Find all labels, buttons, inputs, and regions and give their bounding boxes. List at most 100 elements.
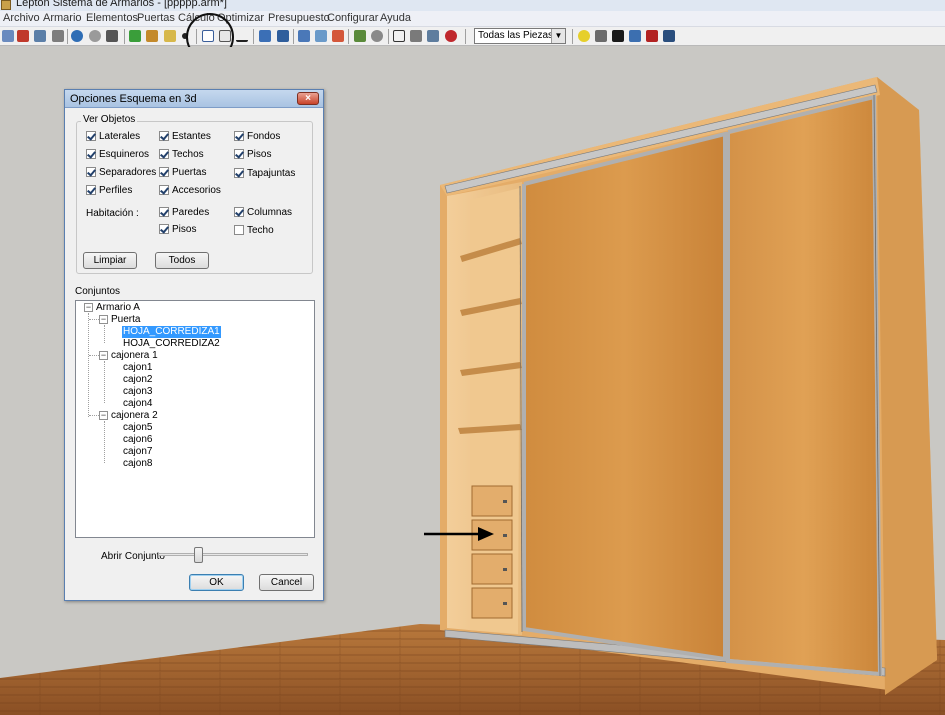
- shape-icon[interactable]: [315, 30, 327, 42]
- export-icon[interactable]: [629, 30, 641, 42]
- tree-item-cajon5[interactable]: cajon5: [123, 422, 152, 434]
- zoom-icon[interactable]: [2, 30, 14, 42]
- menu-armario[interactable]: Armario: [43, 12, 82, 24]
- magnet-icon[interactable]: [445, 30, 457, 42]
- cube-icon[interactable]: [259, 30, 271, 42]
- checkbox-label: Perfiles: [99, 185, 133, 196]
- slider-thumb[interactable]: [194, 547, 203, 563]
- conjuntos-label: Conjuntos: [75, 286, 121, 297]
- tree-item-hoja-corrediza2[interactable]: HOJA_CORREDIZA2: [123, 338, 220, 350]
- tree-expander[interactable]: −: [99, 351, 108, 360]
- tree-item-cajon8[interactable]: cajon8: [123, 458, 152, 470]
- checkbox-fondos[interactable]: [234, 131, 244, 141]
- checkbox-laterales[interactable]: [86, 131, 96, 141]
- tree-item-hoja-corrediza1[interactable]: HOJA_CORREDIZA1: [122, 326, 221, 338]
- conjuntos-tree[interactable]: − Armario A − Puerta HOJA_CORREDIZA1 HOJ…: [75, 300, 315, 538]
- checkbox-label: Tapajuntas: [247, 168, 296, 179]
- tree-item-armario-a[interactable]: Armario A: [96, 302, 140, 314]
- checkbox-estantes[interactable]: [159, 131, 169, 141]
- menu-elementos[interactable]: Elementos: [86, 12, 138, 24]
- menu-ayuda[interactable]: Ayuda: [380, 12, 411, 24]
- tree-item-cajon7[interactable]: cajon7: [123, 446, 152, 458]
- checkbox-perfiles[interactable]: [86, 185, 96, 195]
- crosshair-icon[interactable]: [393, 30, 405, 42]
- box-icon[interactable]: [298, 30, 310, 42]
- tree-item-cajon2[interactable]: cajon2: [123, 374, 152, 386]
- checkbox-techos[interactable]: [159, 149, 169, 159]
- layers-icon[interactable]: [277, 30, 289, 42]
- dialog-title: Opciones Esquema en 3d: [70, 93, 197, 105]
- print-icon[interactable]: [52, 30, 64, 42]
- tree-expander[interactable]: −: [99, 315, 108, 324]
- checkbox-label: Techos: [172, 149, 204, 160]
- toolbar-separator: [124, 29, 125, 44]
- filter-icon[interactable]: [164, 30, 176, 42]
- ok-button[interactable]: OK: [189, 574, 244, 591]
- toolbar-separator: [388, 29, 389, 44]
- report-icon[interactable]: [663, 30, 675, 42]
- tree-item-cajon3[interactable]: cajon3: [123, 386, 152, 398]
- toolbar-separator: [465, 29, 466, 44]
- window-title: Lepton Sistema de Armarios - [ppppp.arm*…: [16, 0, 227, 9]
- tree-item-cajon4[interactable]: cajon4: [123, 398, 152, 410]
- pieces-filter-select[interactable]: Todas las Piezas ▼: [474, 28, 566, 44]
- tree-item-cajon6[interactable]: cajon6: [123, 434, 152, 446]
- lightbulb-icon[interactable]: [578, 30, 590, 42]
- tree-icon[interactable]: [129, 30, 141, 42]
- checkbox-esquineros[interactable]: [86, 149, 96, 159]
- checkbox-pisos-habitacion[interactable]: [159, 224, 169, 234]
- checkbox-tapajuntas[interactable]: [234, 168, 244, 178]
- options-3d-dialog: Opciones Esquema en 3d × Ver Objetos Lat…: [64, 89, 324, 601]
- menu-bar: Archivo Armario Elementos Puertas Cálcul…: [0, 11, 945, 27]
- zoom-in-icon[interactable]: [34, 30, 46, 42]
- menu-archivo[interactable]: Archivo: [3, 12, 40, 24]
- tree-connector: [104, 361, 105, 403]
- tree-item-puerta[interactable]: Puerta: [111, 314, 140, 326]
- menu-puertas[interactable]: Puertas: [137, 12, 175, 24]
- cancel-button[interactable]: Cancel: [259, 574, 314, 591]
- app-icon: [1, 0, 11, 10]
- checkbox-accesorios[interactable]: [159, 185, 169, 195]
- dialog-title-bar[interactable]: Opciones Esquema en 3d ×: [65, 90, 323, 108]
- menu-presupuesto[interactable]: Presupuesto: [268, 12, 330, 24]
- camera-icon[interactable]: [106, 30, 118, 42]
- globe-icon[interactable]: [71, 30, 83, 42]
- habitacion-label: Habitación :: [86, 208, 139, 219]
- ver-objetos-label: Ver Objetos: [81, 114, 138, 125]
- tree-item-cajonera-2[interactable]: cajonera 2: [111, 410, 158, 422]
- bird-icon[interactable]: [612, 30, 624, 42]
- tree-expander[interactable]: −: [99, 411, 108, 420]
- pan-icon[interactable]: [17, 30, 29, 42]
- toolbar-separator: [253, 29, 254, 44]
- tree-expander[interactable]: −: [84, 303, 93, 312]
- checkbox-label: Pisos: [172, 224, 197, 235]
- close-button[interactable]: ×: [297, 92, 319, 105]
- checkbox-pisos[interactable]: [234, 149, 244, 159]
- clock-icon[interactable]: [89, 30, 101, 42]
- abrir-conjunto-label: Abrir Conjunto: [101, 551, 165, 562]
- checkbox-separadores[interactable]: [86, 167, 96, 177]
- checkbox-techo[interactable]: [234, 225, 244, 235]
- checkbox-paredes[interactable]: [159, 207, 169, 217]
- todos-button[interactable]: Todos: [155, 252, 209, 269]
- tree-item-cajonera-1[interactable]: cajonera 1: [111, 350, 158, 362]
- abrir-conjunto-slider[interactable]: [158, 547, 308, 563]
- checkbox-label: Laterales: [99, 131, 141, 142]
- title-bar: Lepton Sistema de Armarios - [ppppp.arm*…: [0, 0, 945, 11]
- checkbox-columnas[interactable]: [234, 207, 244, 217]
- window-icon[interactable]: [427, 30, 439, 42]
- tree-connector: [104, 325, 105, 343]
- tree-item-cajon1[interactable]: cajon1: [123, 362, 152, 374]
- check-icon[interactable]: [354, 30, 366, 42]
- checkbox-puertas[interactable]: [159, 167, 169, 177]
- panel-icon[interactable]: [410, 30, 422, 42]
- home-icon[interactable]: [595, 30, 607, 42]
- limpiar-button[interactable]: Limpiar: [83, 252, 137, 269]
- gear-icon[interactable]: [371, 30, 383, 42]
- wood-panel-icon[interactable]: [146, 30, 158, 42]
- dimension-icon[interactable]: [236, 30, 248, 42]
- menu-configurar[interactable]: Configurar: [327, 12, 378, 24]
- tools-icon[interactable]: [332, 30, 344, 42]
- stack-icon[interactable]: [646, 30, 658, 42]
- checkbox-label: Fondos: [247, 131, 281, 142]
